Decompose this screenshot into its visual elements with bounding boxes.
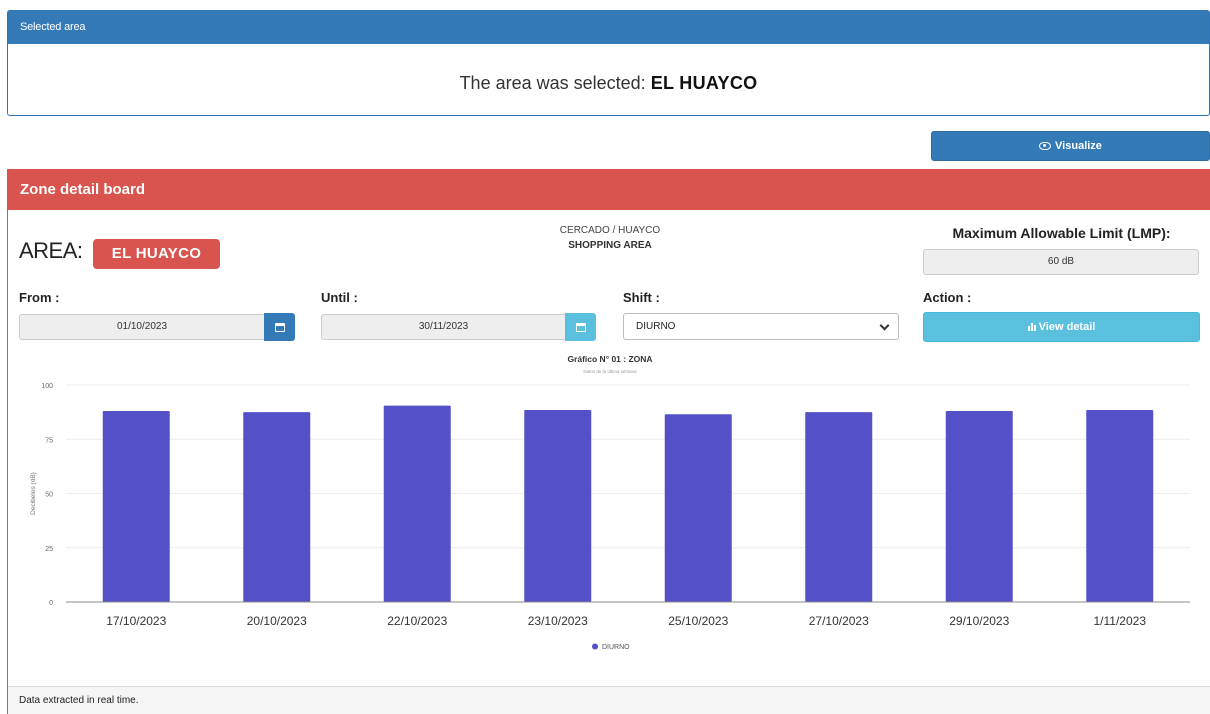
lmp-label: Maximum Allowable Limit (LMP): (952, 225, 1171, 241)
until-label: Until : (321, 290, 358, 305)
visualize-button-label: Visualize (1055, 140, 1102, 152)
x-tick-label: 23/10/2023 (528, 614, 588, 628)
shift-selected-value: DIURNO (636, 321, 676, 332)
bar (805, 412, 873, 602)
location-district: CERCADO / HUAYCO (559, 225, 661, 236)
x-tick-label: 22/10/2023 (387, 614, 447, 628)
bar (1086, 409, 1154, 602)
bar (524, 409, 592, 602)
y-tick-label: 75 (45, 437, 53, 444)
legend-marker (592, 643, 598, 650)
selected-area-prefix: The area was selected: (459, 73, 646, 93)
selected-area-header: Selected area (8, 11, 1209, 44)
bar-chart-icon (1027, 323, 1036, 331)
x-tick-label: 17/10/2023 (106, 614, 166, 628)
x-tick-label: 20/10/2023 (247, 614, 307, 628)
lmp-value-field: 60 dB (923, 249, 1199, 275)
y-tick-label: 25 (45, 546, 53, 553)
visualize-button[interactable]: Visualize (931, 131, 1210, 161)
action-label: Action : (923, 290, 972, 305)
x-tick-label: 1/11/2023 (1094, 614, 1147, 628)
y-tick-label: 50 (45, 492, 53, 499)
area-label: AREA: (19, 238, 83, 263)
zone-detail-header: Zone detail board (8, 169, 1210, 210)
y-axis-title: Decibeles (dB) (30, 472, 37, 515)
x-tick-label: 25/10/2023 (668, 614, 728, 628)
chart-title: Gráfico N° 01 : ZONA (567, 354, 653, 364)
bar (383, 405, 451, 602)
bar (243, 412, 311, 602)
calendar-icon (274, 322, 285, 332)
y-tick-label: 100 (41, 383, 53, 390)
until-calendar-button[interactable] (565, 313, 596, 341)
x-tick-label: 29/10/2023 (949, 614, 1009, 628)
chevron-down-icon (879, 320, 890, 331)
legend-label: DIURNO (602, 644, 630, 651)
shift-select[interactable]: DIURNO (623, 313, 899, 340)
y-tick-label: 0 (49, 600, 53, 607)
selected-area-name: EL HUAYCO (650, 73, 758, 93)
area-badge: EL HUAYCO (93, 239, 220, 269)
from-date-input[interactable]: 01/10/2023 (19, 314, 265, 340)
footer-note: Data extracted in real time. (8, 686, 1210, 714)
view-detail-label: View detail (1038, 321, 1096, 333)
selected-area-panel: Selected area The area was selected: EL … (7, 10, 1210, 116)
from-calendar-button[interactable] (264, 313, 295, 341)
eye-icon (1039, 142, 1052, 150)
bar (102, 411, 170, 602)
location-zone-type: SHOPPING AREA (568, 240, 652, 251)
from-label: From : (19, 290, 60, 305)
until-date-input[interactable]: 30/11/2023 (321, 314, 566, 340)
view-detail-button[interactable]: View detail (923, 312, 1200, 342)
bar (945, 411, 1013, 602)
shift-label: Shift : (623, 290, 660, 305)
calendar-icon (575, 322, 586, 332)
bar-chart: 0 25 50 75 100 Decibeles (dB) 17/10/2023 20/10/… (30, 383, 1190, 651)
x-tick-label: 27/10/2023 (809, 614, 869, 628)
selected-area-message: The area was selected: EL HUAYCO (8, 44, 1209, 94)
bar (664, 414, 732, 602)
